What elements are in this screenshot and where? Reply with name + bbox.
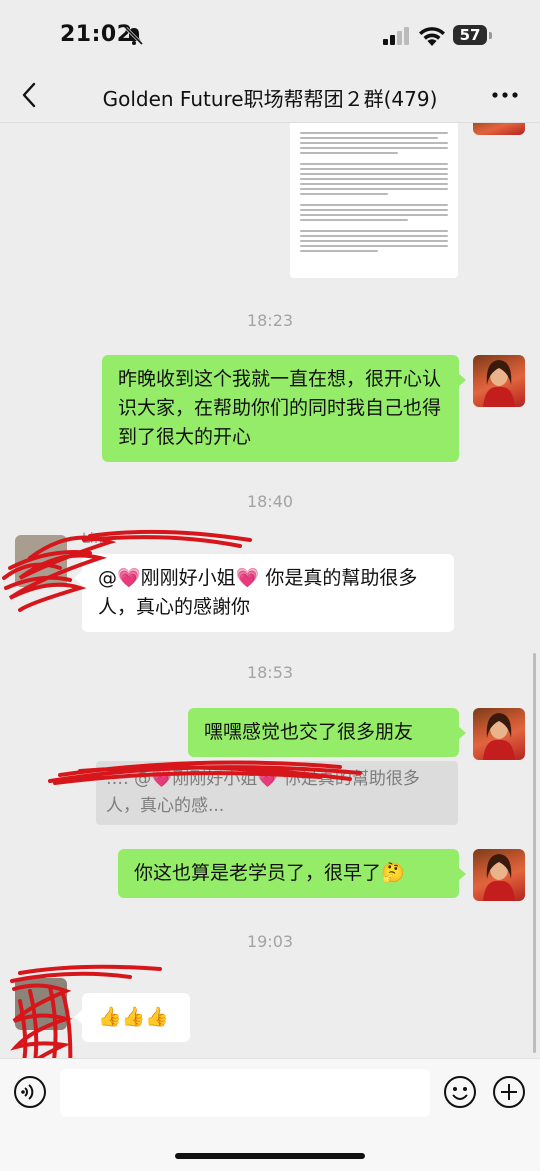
bubble-tail [74,1010,82,1024]
cellular-signal-icon [383,27,409,45]
voice-input-icon[interactable] [13,1075,47,1109]
sender-name: Li… [82,531,108,547]
battery-tip [489,32,492,39]
bubble-tail [458,867,466,881]
back-chevron-icon[interactable] [16,80,46,110]
battery-level: 57 [453,25,487,45]
avatar-portrait-icon [483,713,515,760]
bubble-tail [458,726,466,740]
sent-message[interactable]: 昨晚收到这个我就一直在想，很开心认识大家，在帮助你们的同时我自己也得到了很大的开… [102,355,459,462]
add-attachment-icon[interactable] [492,1075,526,1109]
message-list[interactable]: 18:23 昨晚收到这个我就一直在想，很开心认识大家，在帮助你们的同时我自己也得… [0,123,540,1058]
timestamp: 18:23 [246,311,294,330]
group-chat-title[interactable]: Golden Future职场帮帮团２群(479) [60,83,480,112]
avatar-portrait-icon [483,854,515,901]
message-input[interactable] [60,1069,430,1117]
wifi-icon [419,27,445,46]
chat-header: Golden Future职场帮帮团２群(479) [0,70,540,123]
my-avatar[interactable] [473,355,525,407]
received-message[interactable]: 👍👍👍 [82,993,190,1042]
my-avatar[interactable] [473,849,525,901]
my-avatar[interactable] [473,708,525,760]
avatar-portrait-icon [483,360,515,407]
my-avatar[interactable] [473,123,525,135]
more-options-icon[interactable] [490,82,520,108]
bell-muted-icon [124,26,144,46]
scrollbar[interactable] [533,653,536,1053]
sender-avatar[interactable] [15,535,67,587]
timestamp: 18:53 [246,663,294,682]
emoji-icon[interactable] [443,1075,477,1109]
home-indicator[interactable] [175,1153,365,1159]
bubble-tail [74,571,82,585]
sent-message[interactable]: 你这也算是老学员了，很早了🤔 [118,849,459,898]
status-time: 21:02 [60,22,133,47]
timestamp: 18:40 [246,492,294,511]
sent-message[interactable]: 嘿嘿感觉也交了很多朋友 [188,708,459,757]
status-bar: 21:02 57 [0,0,540,70]
shared-document-image[interactable] [290,123,458,278]
timestamp: 19:03 [246,932,294,951]
sender-avatar[interactable] [15,978,67,1030]
quoted-message[interactable]: …: @💗刚刚好小姐💗 你是真的幫助很多人，真心的感... [96,761,458,825]
received-message[interactable]: @💗刚刚好小姐💗 你是真的幫助很多人，真心的感謝你 [82,554,454,632]
bubble-tail [458,373,466,387]
input-bar [0,1058,540,1171]
